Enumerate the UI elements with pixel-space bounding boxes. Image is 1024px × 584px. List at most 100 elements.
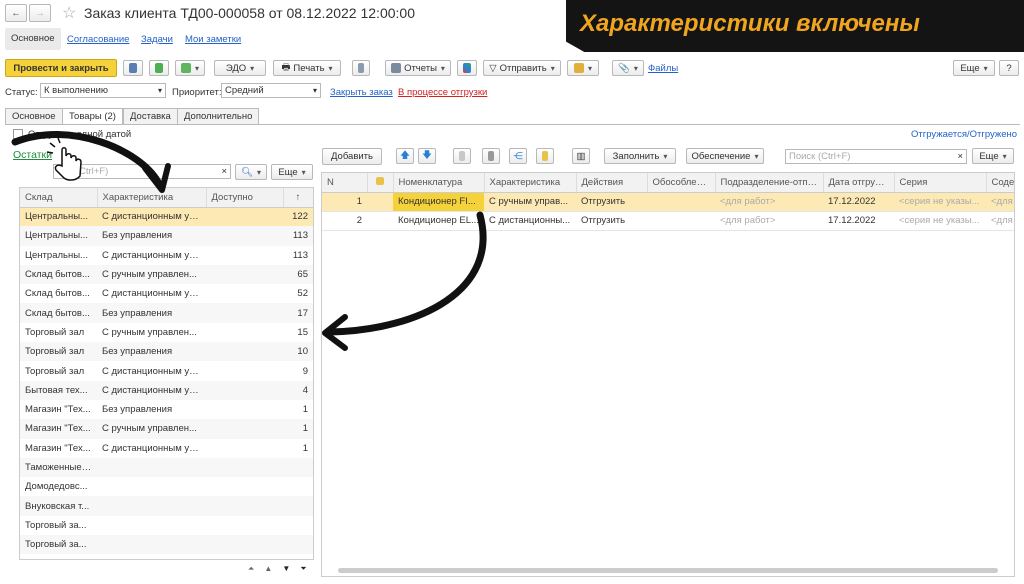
table-row[interactable]: Центральны... Без управления 113	[20, 226, 313, 246]
goods-col-header[interactable]: Характеристика	[484, 173, 577, 193]
goods-more-button[interactable]: Еще	[972, 148, 1014, 164]
table-row[interactable]: Торговый зал С дистанционным уп... 9	[20, 361, 313, 381]
table-row[interactable]: Торговый зал С ручным управлен... 15	[20, 322, 313, 343]
table-row[interactable]: Склад бытов... С дистанционным уп... 52	[20, 284, 313, 304]
forward-button[interactable]: →	[29, 4, 51, 22]
move-down-button[interactable]: 🡇	[418, 148, 436, 164]
shipping-status-link[interactable]: В процессе отгрузки	[398, 87, 487, 98]
status-select[interactable]: К выполнению ▾	[40, 83, 166, 98]
last-icon[interactable]: ⏷	[300, 564, 306, 576]
stock-search-button[interactable]: 🔍︎	[235, 164, 267, 180]
first-icon[interactable]: ⏶	[248, 564, 254, 576]
paperclip-icon: 📎	[618, 62, 630, 74]
create-based-button[interactable]	[175, 60, 205, 76]
priority-select[interactable]: Средний ▾	[221, 83, 321, 98]
help-button[interactable]: ?	[999, 60, 1019, 76]
barcode-button[interactable]: ▥	[572, 148, 590, 164]
table-row[interactable]: Магазин "Тех... Без управления 1	[20, 399, 313, 420]
table-row[interactable]: Торговый за...	[20, 535, 313, 555]
save-button[interactable]	[123, 60, 143, 76]
shipped-link[interactable]: Отгружается/Отгружено	[911, 129, 1017, 140]
send-button[interactable]: ▽ Отправить	[483, 60, 561, 76]
table-row[interactable]: 1 Кондиционер FI... С ручным управ... Отгру…	[322, 192, 1014, 212]
tab-goods[interactable]: Товары (2)	[62, 108, 123, 125]
table-cell: Без управления	[102, 404, 173, 416]
move-up-button[interactable]: 🡅	[396, 148, 414, 164]
supply-button[interactable]: Обеспечение	[686, 148, 764, 164]
up-icon[interactable]: ▲	[264, 564, 272, 576]
col-sort[interactable]: ↑	[283, 188, 313, 208]
table-row[interactable]: Склад бытов... Без управления 17	[20, 303, 313, 323]
paste-button[interactable]	[482, 148, 500, 164]
files-link[interactable]: Файлы	[648, 63, 678, 74]
clear-icon[interactable]: ×	[957, 151, 963, 162]
tab-main[interactable]: Основное	[5, 108, 63, 124]
table-cell: 17.12.2022	[828, 215, 876, 227]
structure-button[interactable]	[567, 60, 599, 76]
table-row[interactable]: Склад бытов... С ручным управлен... 65	[20, 264, 313, 285]
stock-link[interactable]: Остатки	[13, 149, 52, 161]
goods-col-header[interactable]: Подразделение-отпр...	[715, 173, 824, 193]
edo-button[interactable]: ЭДО	[214, 60, 266, 76]
col-available[interactable]: Доступно	[206, 188, 284, 208]
document-button[interactable]	[352, 60, 370, 76]
goods-col-header[interactable]: Серия	[894, 173, 987, 193]
section-tab-main[interactable]: Основное	[5, 28, 61, 50]
table-cell: С дистанционным уп...	[102, 288, 203, 300]
chevron-down-icon: ▾	[157, 86, 162, 95]
attach-button[interactable]: 📎	[612, 60, 644, 76]
add-button[interactable]: Добавить	[322, 148, 382, 165]
goods-col-header[interactable]: Номенклатура	[393, 173, 485, 193]
table-row[interactable]: 2 Кондиционер EL... С дистанционны... Отгру…	[322, 211, 1014, 231]
table-row[interactable]: Внуковская т...	[20, 496, 313, 516]
table-row[interactable]: Центральны... С дистанционным уп... 113	[20, 245, 313, 265]
pick-button[interactable]	[536, 148, 554, 164]
close-order-link[interactable]: Закрыть заказ	[330, 87, 393, 98]
link-button[interactable]	[457, 60, 477, 76]
col-characteristic[interactable]: Характеристика	[97, 188, 207, 208]
fill-button[interactable]: Заполнить	[604, 148, 676, 164]
split-button[interactable]: ⋲	[509, 148, 527, 164]
ship-one-date-checkbox[interactable]	[13, 129, 23, 139]
barcode-icon: ▥	[576, 150, 586, 162]
stock-more-button[interactable]: Еще	[271, 164, 313, 180]
star-icon[interactable]: ☆	[62, 3, 76, 23]
goods-col-header[interactable]: N	[322, 173, 368, 193]
copy-button[interactable]	[453, 148, 471, 164]
print-button[interactable]: 🖶 Печать	[273, 60, 341, 76]
goods-search-input[interactable]: Поиск (Ctrl+F) ×	[785, 149, 967, 164]
table-row[interactable]: Таможенные ...	[20, 457, 313, 478]
back-button[interactable]: ←	[5, 4, 27, 22]
stock-search-input[interactable]: Ctrl+F) ×	[53, 164, 231, 179]
tab-delivery[interactable]: Доставка	[123, 108, 178, 124]
table-row[interactable]: Магазин "Тех... С ручным управлен... 1	[20, 419, 313, 439]
goods-scrollbar[interactable]	[338, 568, 998, 573]
more-button[interactable]: Еще	[953, 60, 995, 76]
goods-col-header[interactable]: Действия	[576, 173, 648, 193]
table-cell: 9	[302, 365, 308, 377]
section-tab-notes[interactable]: Мои заметки	[185, 34, 241, 45]
table-row[interactable]: Бытовая тех... С дистанционным уп... 4	[20, 380, 313, 400]
goods-col-header[interactable]: Обособленно	[647, 173, 716, 193]
tab-additional[interactable]: Дополнительно	[177, 108, 260, 124]
clear-icon[interactable]: ×	[221, 166, 227, 177]
goods-col-header[interactable]: Соде	[986, 173, 1014, 193]
table-cell: С дистанционным уп...	[102, 249, 203, 261]
section-tab-approval[interactable]: Согласование	[67, 34, 129, 45]
table-cell: 1	[302, 423, 308, 435]
down-icon[interactable]: ▼	[282, 564, 290, 576]
section-tab-tasks[interactable]: Задачи	[141, 34, 173, 45]
table-row[interactable]: Центральны... С дистанционным уп... 122	[20, 207, 313, 227]
table-row[interactable]: Магазин "Тех... С дистанционным уп... 1	[20, 438, 313, 458]
table-cell: <для работ>	[720, 215, 776, 227]
table-row[interactable]: Домодедовс...	[20, 477, 313, 497]
table-cell: С дистанционным уп...	[102, 384, 203, 396]
post-and-close-button[interactable]: Провести и закрыть	[5, 59, 117, 77]
table-row[interactable]: Торговый зал Без управления 10	[20, 342, 313, 362]
col-warehouse[interactable]: Склад	[20, 188, 98, 208]
table-row[interactable]: Торговый за...	[20, 515, 313, 536]
post-button[interactable]	[149, 60, 169, 76]
reports-button[interactable]: Отчеты	[385, 60, 451, 76]
col-attachment-icon[interactable]	[367, 173, 394, 193]
goods-col-header[interactable]: Дата отгрузки	[823, 173, 895, 193]
